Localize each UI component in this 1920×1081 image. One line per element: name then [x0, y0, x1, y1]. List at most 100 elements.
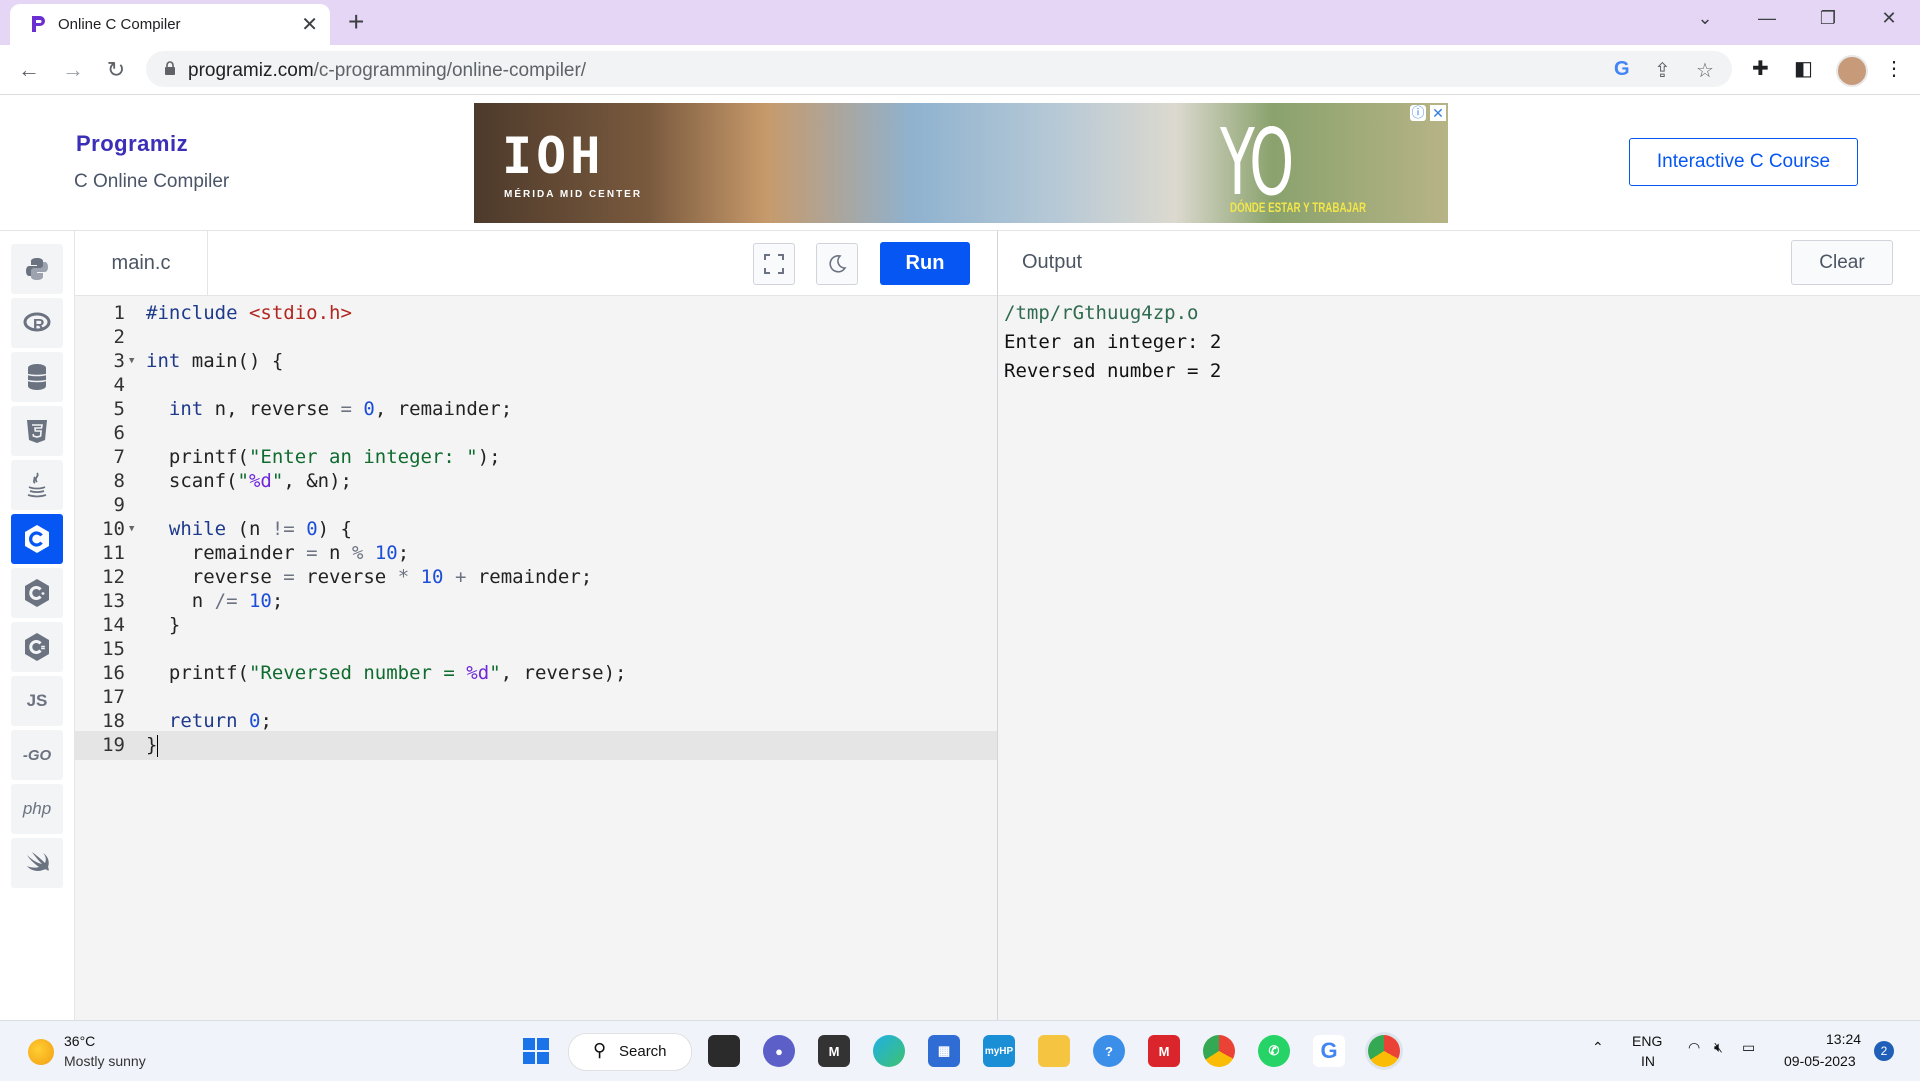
start-windows-icon[interactable] [520, 1035, 552, 1067]
fold-arrow-icon[interactable]: ▼ [129, 356, 134, 366]
address-bar[interactable]: programiz.com/c-programming/online-compi… [146, 51, 1732, 87]
ad-close-icon[interactable]: ✕ [1430, 105, 1446, 121]
clock-date[interactable]: 09-05-2023 [1784, 1053, 1856, 1069]
taskbar-search-label: Search [619, 1043, 667, 1060]
tab-close-icon[interactable]: ✕ [301, 12, 318, 37]
browser-tab[interactable]: Online C Compiler ✕ [10, 4, 330, 45]
tab-search-icon[interactable]: ⌄ [1690, 8, 1720, 29]
site-header: Programiz C Online Compiler IOH MÉRIDA M… [0, 95, 1920, 231]
go-icon[interactable]: -GO [11, 730, 63, 780]
dark-mode-button[interactable] [816, 243, 858, 285]
myhp-icon[interactable]: myHP [983, 1035, 1015, 1067]
windows-taskbar: 36°C Mostly sunny ⚲ Search ● M ▦ myHP ? … [0, 1020, 1920, 1081]
output-header: Output Clear [998, 231, 1920, 296]
r-icon[interactable]: R [11, 298, 63, 348]
browser-toolbar: ← → ↻ programiz.com/c-programming/online… [0, 45, 1920, 95]
notification-badge[interactable]: 2 [1874, 1041, 1894, 1061]
window-close-icon[interactable]: ✕ [1874, 8, 1904, 29]
restore-icon[interactable]: ❐ [1813, 8, 1843, 29]
programiz-logo[interactable]: Programiz [76, 131, 188, 157]
csharp-icon[interactable] [11, 622, 63, 672]
help-icon[interactable]: ? [1093, 1035, 1125, 1067]
code-line[interactable]: 19} [75, 731, 997, 760]
url-path: /c-programming/online-compiler/ [313, 60, 587, 81]
weather-sun-icon[interactable] [28, 1039, 54, 1065]
chrome-profile-icon[interactable] [1368, 1035, 1400, 1067]
cpp-icon[interactable] [11, 568, 63, 618]
teams-chat-icon[interactable]: ● [763, 1035, 795, 1067]
code-editor-panel: main.c Run 1 #include <stdio.h> 2 3 ▼ int mai… [75, 231, 997, 1021]
output-line: Enter an integer: 2 [1004, 331, 1222, 353]
search-icon: ⚲ [593, 1040, 607, 1060]
side-panel-icon[interactable]: ◧ [1794, 56, 1813, 81]
profile-avatar[interactable] [1836, 55, 1868, 87]
database-icon[interactable] [11, 352, 63, 402]
interactive-course-button[interactable]: Interactive C Course [1629, 138, 1858, 186]
line-source: } [146, 734, 159, 757]
output-title: Output [1022, 251, 1083, 273]
minimize-icon[interactable]: — [1752, 8, 1782, 29]
google-lens-icon[interactable]: G [1614, 58, 1630, 81]
url-text: programiz.com/c-programming/online-compi… [188, 60, 586, 82]
svg-text:R: R [33, 317, 45, 334]
php-icon[interactable]: php [11, 784, 63, 834]
mail-m-icon[interactable]: M [818, 1035, 850, 1067]
taskbar-search[interactable]: ⚲ Search [568, 1033, 692, 1071]
language-indicator-bottom[interactable]: IN [1641, 1053, 1655, 1069]
back-icon[interactable]: ← [14, 55, 44, 85]
tray-chevron-icon[interactable]: ⌃ [1592, 1039, 1604, 1056]
html5-icon[interactable] [11, 406, 63, 456]
weather-temperature: 36°C [64, 1033, 96, 1049]
new-tab-icon[interactable]: + [348, 6, 364, 38]
microsoft-store-icon[interactable]: ▦ [928, 1035, 960, 1067]
bookmark-star-icon[interactable]: ☆ [1696, 58, 1714, 83]
url-host: programiz.com [188, 60, 314, 81]
share-icon[interactable]: ⇪ [1654, 58, 1671, 83]
clear-button[interactable]: Clear [1791, 240, 1893, 285]
output-line: Reversed number = 2 [1004, 360, 1222, 382]
java-icon[interactable] [11, 460, 63, 510]
run-button[interactable]: Run [880, 242, 970, 285]
chrome-icon[interactable] [1203, 1035, 1235, 1067]
ad-info-icon[interactable]: ⓘ [1410, 105, 1426, 121]
c-language-icon[interactable] [11, 514, 63, 564]
volume-muted-icon[interactable]: 🔇︎ [1714, 1039, 1723, 1056]
output-console: /tmp/rGthuug4zp.o Enter an integer: 2 Reve… [1004, 299, 1221, 386]
fullscreen-icon [764, 254, 784, 274]
python-icon[interactable] [11, 244, 63, 294]
code-area[interactable]: 1 #include <stdio.h> 2 3 ▼ int main() {4 5 int… [75, 295, 997, 1021]
task-view-icon[interactable] [708, 1035, 740, 1067]
tab-title: Online C Compiler [58, 16, 181, 33]
ad-brand: IOH [502, 127, 605, 185]
clock-time[interactable]: 13:24 [1826, 1031, 1861, 1047]
battery-icon[interactable]: ▭ [1742, 1039, 1755, 1056]
lock-icon [165, 61, 175, 75]
swift-icon[interactable] [11, 838, 63, 888]
advertisement-banner[interactable]: IOH MÉRIDA MID CENTER YO ELIJO DÓNDE EST… [474, 103, 1448, 223]
ad-brand-sub: MÉRIDA MID CENTER [504, 189, 643, 200]
fullscreen-button[interactable] [753, 243, 795, 285]
output-panel: Output Clear /tmp/rGthuug4zp.o Enter an i… [997, 231, 1920, 1021]
file-tab-main[interactable]: main.c [75, 231, 208, 295]
fold-arrow-icon[interactable]: ▼ [129, 524, 134, 534]
line-number: 19 [102, 734, 125, 756]
whatsapp-icon[interactable]: ✆ [1258, 1035, 1290, 1067]
javascript-icon[interactable]: JS [11, 676, 63, 726]
mcafee-icon[interactable]: M [1148, 1035, 1180, 1067]
output-line: /tmp/rGthuug4zp.o [1004, 302, 1199, 324]
weather-condition: Mostly sunny [64, 1053, 146, 1069]
browser-tabstrip: Online C Compiler ✕ + ⌄ — ❐ ✕ [0, 0, 1920, 45]
text-cursor [157, 734, 159, 757]
wifi-icon[interactable]: ◠ [1688, 1039, 1700, 1056]
editor-header: main.c Run [75, 231, 997, 296]
browser-menu-icon[interactable]: ⋮ [1884, 56, 1904, 81]
language-indicator-top[interactable]: ENG [1632, 1033, 1662, 1049]
reload-icon[interactable]: ↻ [101, 55, 131, 85]
page-subtitle: C Online Compiler [74, 171, 230, 192]
google-icon[interactable]: G [1313, 1035, 1345, 1067]
file-explorer-icon[interactable] [1038, 1035, 1070, 1067]
language-sidebar: R JS -GO php [0, 231, 75, 1021]
extensions-icon[interactable]: ✚ [1752, 56, 1769, 81]
edge-browser-icon[interactable] [873, 1035, 905, 1067]
forward-icon[interactable]: → [58, 55, 88, 85]
